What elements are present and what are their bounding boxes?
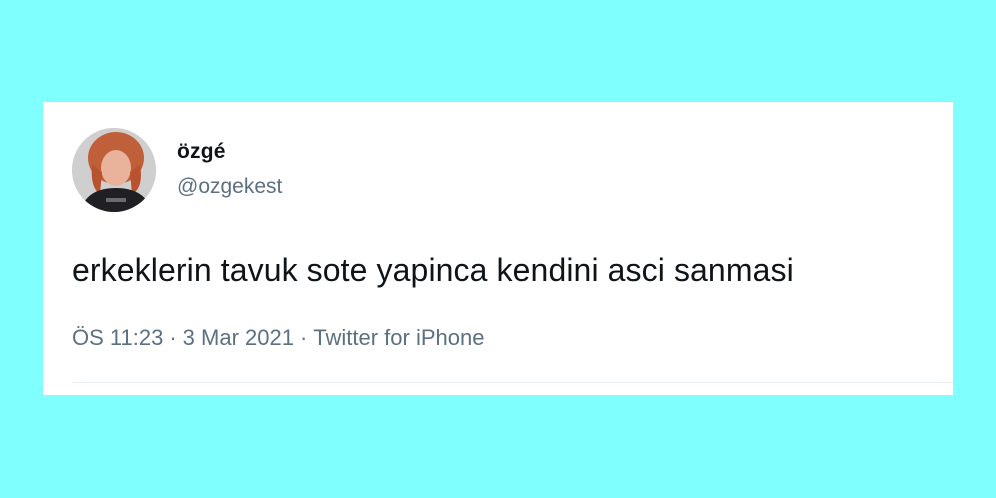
- display-name[interactable]: özgé: [177, 140, 226, 164]
- tweet-card: özgé @ozgekest erkeklerin tavuk sote yap…: [43, 102, 953, 395]
- tweet-time[interactable]: ÖS 11:23: [72, 325, 163, 350]
- avatar[interactable]: [72, 128, 156, 212]
- tweet-meta: ÖS 11:23 · 3 Mar 2021 · Twitter for iPhone: [72, 325, 484, 351]
- meta-separator: ·: [299, 325, 308, 350]
- tweet-date[interactable]: 3 Mar 2021: [183, 325, 294, 350]
- meta-separator: ·: [169, 325, 177, 350]
- tweet-source[interactable]: Twitter for iPhone: [313, 325, 484, 350]
- tweet-text: erkeklerin tavuk sote yapinca kendini as…: [72, 252, 794, 288]
- divider: [72, 382, 953, 383]
- profile-photo-icon: [72, 128, 156, 212]
- user-handle[interactable]: @ozgekest: [177, 175, 282, 199]
